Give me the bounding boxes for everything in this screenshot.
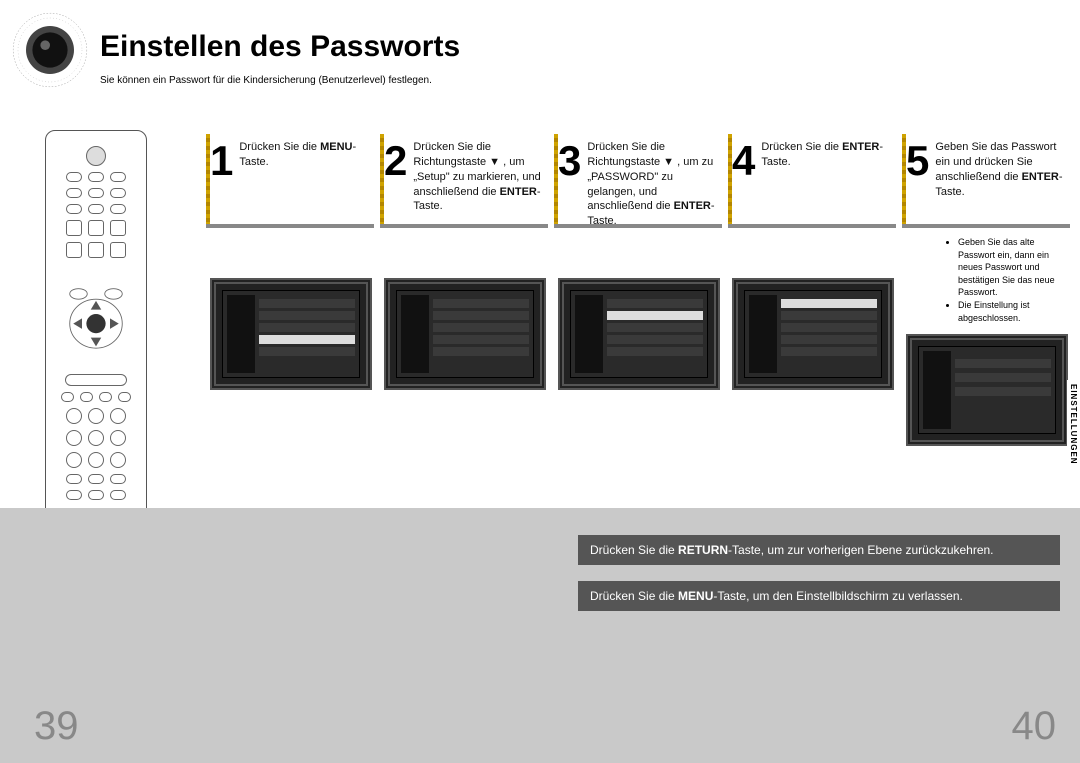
step-text: Geben Sie das Passwort ein und drücken S…: [935, 140, 1070, 199]
note-item: Geben Sie das alte Passwort ein, dann ei…: [958, 236, 1070, 299]
step-2: 2 Drücken Sie die Richtungstaste ▼ , um …: [384, 140, 548, 446]
section-tab: EINSTELLUNGEN: [1067, 380, 1080, 469]
step-number: 5: [906, 140, 929, 182]
screenshot-thumb: [732, 278, 894, 390]
manual-page: Einstellen des Passworts Sie können ein …: [0, 0, 1080, 763]
tip-return: Drücken Sie die RETURN-Taste, um zur vor…: [578, 535, 1060, 565]
step-1: 1 Drücken Sie die MENU-Taste.: [210, 140, 374, 446]
step-number: 4: [732, 140, 755, 182]
step-text: Drücken Sie die Richtungstaste ▼ , um zu…: [587, 140, 722, 229]
steps-row: 1 Drücken Sie die MENU-Taste. 2 Drücken …: [210, 140, 1070, 446]
page-number-left: 39: [34, 704, 79, 749]
page-subtitle: Sie können ein Passwort für die Kindersi…: [100, 75, 432, 86]
step-number: 1: [210, 140, 233, 182]
step-text: Drücken Sie die Richtungstaste ▼ , um „S…: [413, 140, 548, 214]
page-number-right: 40: [1012, 704, 1057, 749]
step-4: 4 Drücken Sie die ENTER-Taste.: [732, 140, 896, 446]
speaker-icon: [10, 10, 90, 90]
screenshot-thumb: [384, 278, 546, 390]
step-notes: Geben Sie das alte Passwort ein, dann ei…: [906, 236, 1070, 324]
step-number: 3: [558, 140, 581, 182]
screenshot-thumb: [558, 278, 720, 390]
step-3: 3 Drücken Sie die Richtungstaste ▼ , um …: [558, 140, 722, 446]
tips: Drücken Sie die RETURN-Taste, um zur vor…: [578, 535, 1060, 627]
page-title: Einstellen des Passworts: [100, 30, 460, 64]
tip-menu: Drücken Sie die MENU-Taste, um den Einst…: [578, 581, 1060, 611]
step-text: Drücken Sie die ENTER-Taste.: [761, 140, 896, 170]
step-number: 2: [384, 140, 407, 182]
screenshot-thumb: [906, 334, 1068, 446]
step-5: 5 Geben Sie das Passwort ein und drücken…: [906, 140, 1070, 446]
note-item: Die Einstellung ist abgeschlossen.: [958, 299, 1070, 324]
step-text: Drücken Sie die MENU-Taste.: [239, 140, 374, 170]
screenshot-thumb: [210, 278, 372, 390]
